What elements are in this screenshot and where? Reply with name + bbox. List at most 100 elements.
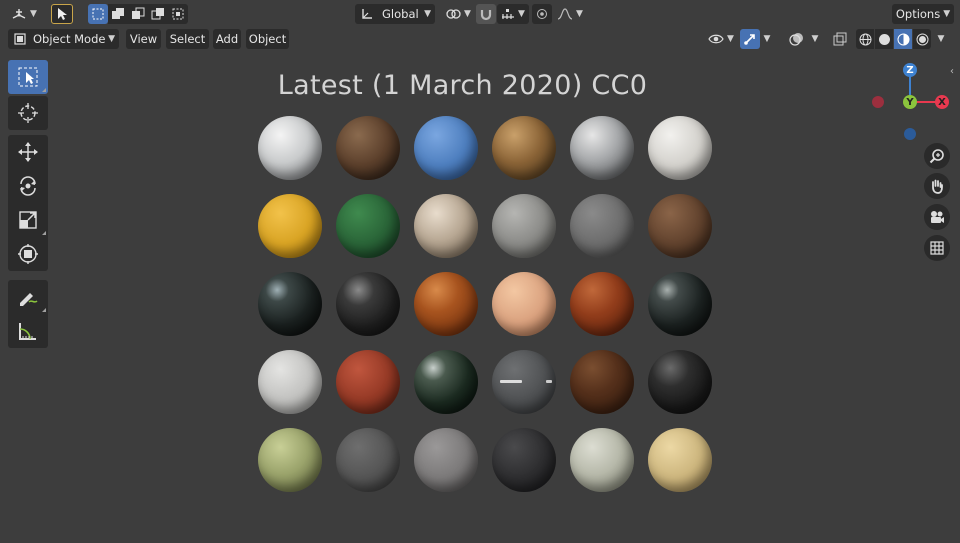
menu-select[interactable]: Select bbox=[166, 29, 209, 49]
overlays-toggle[interactable] bbox=[785, 29, 807, 49]
navigation-gizmo[interactable]: Z Y X bbox=[868, 60, 954, 146]
falloff-curve-icon bbox=[557, 8, 573, 20]
gizmo-x-axis[interactable]: X bbox=[935, 95, 949, 109]
material-sphere-marble-tan[interactable] bbox=[414, 194, 478, 258]
material-sphere-fabric-blue[interactable] bbox=[414, 116, 478, 180]
pivot-point-dropdown[interactable]: ▼ bbox=[441, 4, 475, 24]
gizmo-toggle[interactable] bbox=[740, 29, 760, 49]
material-sphere-concrete-white[interactable] bbox=[258, 350, 322, 414]
menu-view[interactable]: View bbox=[126, 29, 161, 49]
snap-increment-icon bbox=[502, 9, 515, 19]
material-sphere-wood-dark[interactable] bbox=[648, 194, 712, 258]
material-sphere-plastic-black[interactable] bbox=[336, 272, 400, 336]
material-sphere-tiles-pattern[interactable] bbox=[570, 428, 634, 492]
menu-add[interactable]: Add bbox=[213, 29, 241, 49]
mode-subtract-button[interactable] bbox=[128, 4, 148, 24]
viewport-header-top: ▼ Global ▼ ▼ ▼ ▼ Options ▼ bbox=[0, 1, 960, 27]
gizmo-dropdown[interactable]: ▼ bbox=[760, 29, 774, 49]
pan-button[interactable] bbox=[924, 173, 950, 199]
material-sphere-wood-polished-orange[interactable] bbox=[414, 272, 478, 336]
material-sphere-wood-polished-red[interactable] bbox=[570, 272, 634, 336]
material-sphere-granite-black-glossy-2[interactable] bbox=[648, 272, 712, 336]
overlays-dropdown[interactable]: ▼ bbox=[808, 29, 822, 49]
measure-ruler-icon bbox=[19, 323, 36, 340]
editor-type-button[interactable]: ▼ bbox=[8, 4, 40, 24]
material-sphere-asphalt-gray[interactable] bbox=[336, 428, 400, 492]
shading-wireframe-button[interactable] bbox=[856, 29, 874, 49]
material-sphere-stone-gray[interactable] bbox=[492, 194, 556, 258]
options-label: Options bbox=[895, 7, 941, 21]
pivot-icon bbox=[446, 9, 461, 19]
scale-icon bbox=[19, 211, 37, 229]
material-sphere-asphalt-road[interactable] bbox=[492, 350, 556, 414]
material-sphere-fabric-gray[interactable] bbox=[414, 428, 478, 492]
snap-toggle[interactable] bbox=[476, 4, 496, 24]
zoom-magnifier-icon bbox=[929, 149, 944, 164]
mode-dropdown[interactable]: Object Mode ▼ bbox=[8, 29, 119, 49]
xray-toggle[interactable] bbox=[830, 29, 850, 49]
annotate-pencil-icon bbox=[20, 293, 38, 306]
mode-difference-button[interactable] bbox=[148, 4, 168, 24]
falloff-dropdown[interactable]: ▼ bbox=[555, 4, 585, 24]
select-tool-button[interactable] bbox=[51, 4, 73, 24]
mode-label: Object Mode bbox=[33, 32, 106, 46]
gizmo-z-axis[interactable]: Z bbox=[903, 63, 917, 77]
gizmo-neg-x-axis[interactable] bbox=[872, 96, 884, 108]
transform-orientation-dropdown[interactable]: Global ▼ bbox=[355, 4, 435, 24]
material-sphere-wood-walnut[interactable] bbox=[570, 350, 634, 414]
camera-icon bbox=[931, 211, 944, 223]
material-sphere-concrete-gray[interactable] bbox=[570, 194, 634, 258]
3d-viewport-icon bbox=[12, 9, 26, 19]
eye-icon bbox=[708, 34, 724, 44]
material-sphere-marble-white[interactable] bbox=[258, 116, 322, 180]
camera-view-button[interactable] bbox=[924, 204, 950, 230]
menu-object[interactable]: Object bbox=[246, 29, 289, 49]
material-sphere-rubber-black[interactable] bbox=[648, 350, 712, 414]
proportional-edit-toggle[interactable] bbox=[532, 4, 552, 24]
shading-solid-button[interactable] bbox=[875, 29, 893, 49]
transform-icon bbox=[18, 244, 38, 264]
material-sphere-wood-rough[interactable] bbox=[336, 116, 400, 180]
mode-intersect-button[interactable] bbox=[168, 4, 188, 24]
move-arrows-icon bbox=[18, 142, 38, 162]
material-sphere-plaster-white[interactable] bbox=[648, 116, 712, 180]
material-sphere-granite-black-glossy[interactable] bbox=[258, 272, 322, 336]
material-sphere-marble-veined[interactable] bbox=[570, 116, 634, 180]
gizmo-neg-z-axis[interactable] bbox=[904, 128, 916, 140]
visibility-dropdown[interactable]: ▼ bbox=[706, 29, 736, 49]
material-sphere-leather-red[interactable] bbox=[336, 350, 400, 414]
material-sphere-leather-black[interactable] bbox=[492, 428, 556, 492]
material-sphere-fabric-green[interactable] bbox=[336, 194, 400, 258]
tool-measure[interactable] bbox=[8, 314, 48, 348]
material-sphere-skin-tan[interactable] bbox=[492, 272, 556, 336]
tool-rotate[interactable] bbox=[8, 169, 48, 203]
mode-set-icon bbox=[92, 8, 104, 20]
material-sphere-wood-barrel[interactable] bbox=[648, 428, 712, 492]
orientation-icon bbox=[362, 9, 372, 19]
gizmo-y-axis[interactable]: Y bbox=[903, 95, 917, 109]
3d-cursor-icon bbox=[18, 103, 38, 123]
mode-set-button[interactable] bbox=[88, 4, 108, 24]
tool-cursor[interactable] bbox=[8, 96, 48, 130]
shading-material-button[interactable] bbox=[894, 29, 912, 49]
shading-rendered-button[interactable] bbox=[913, 29, 931, 49]
road-marking bbox=[546, 380, 552, 383]
material-sphere-rock-brown[interactable] bbox=[492, 116, 556, 180]
rendered-sphere-icon bbox=[916, 33, 928, 45]
tool-transform[interactable] bbox=[8, 237, 48, 271]
tool-annotate[interactable] bbox=[8, 280, 48, 314]
zoom-button[interactable] bbox=[924, 143, 950, 169]
mode-extend-button[interactable] bbox=[108, 4, 128, 24]
material-sphere-moss-rock[interactable] bbox=[258, 428, 322, 492]
tool-scale[interactable] bbox=[8, 203, 48, 237]
snap-target-dropdown[interactable]: ▼ bbox=[497, 4, 529, 24]
material-sphere-fabric-yellow[interactable] bbox=[258, 194, 322, 258]
shading-dropdown[interactable]: ▼ bbox=[934, 29, 948, 49]
material-sphere-glass-dark-reflective[interactable] bbox=[414, 350, 478, 414]
wireframe-sphere-icon bbox=[859, 33, 871, 45]
mode-extend-icon bbox=[112, 8, 124, 19]
tool-move[interactable] bbox=[8, 135, 48, 169]
options-dropdown[interactable]: Options ▼ bbox=[892, 4, 954, 24]
material-sphere-icon bbox=[897, 33, 909, 45]
ortho-toggle-button[interactable] bbox=[924, 235, 950, 261]
